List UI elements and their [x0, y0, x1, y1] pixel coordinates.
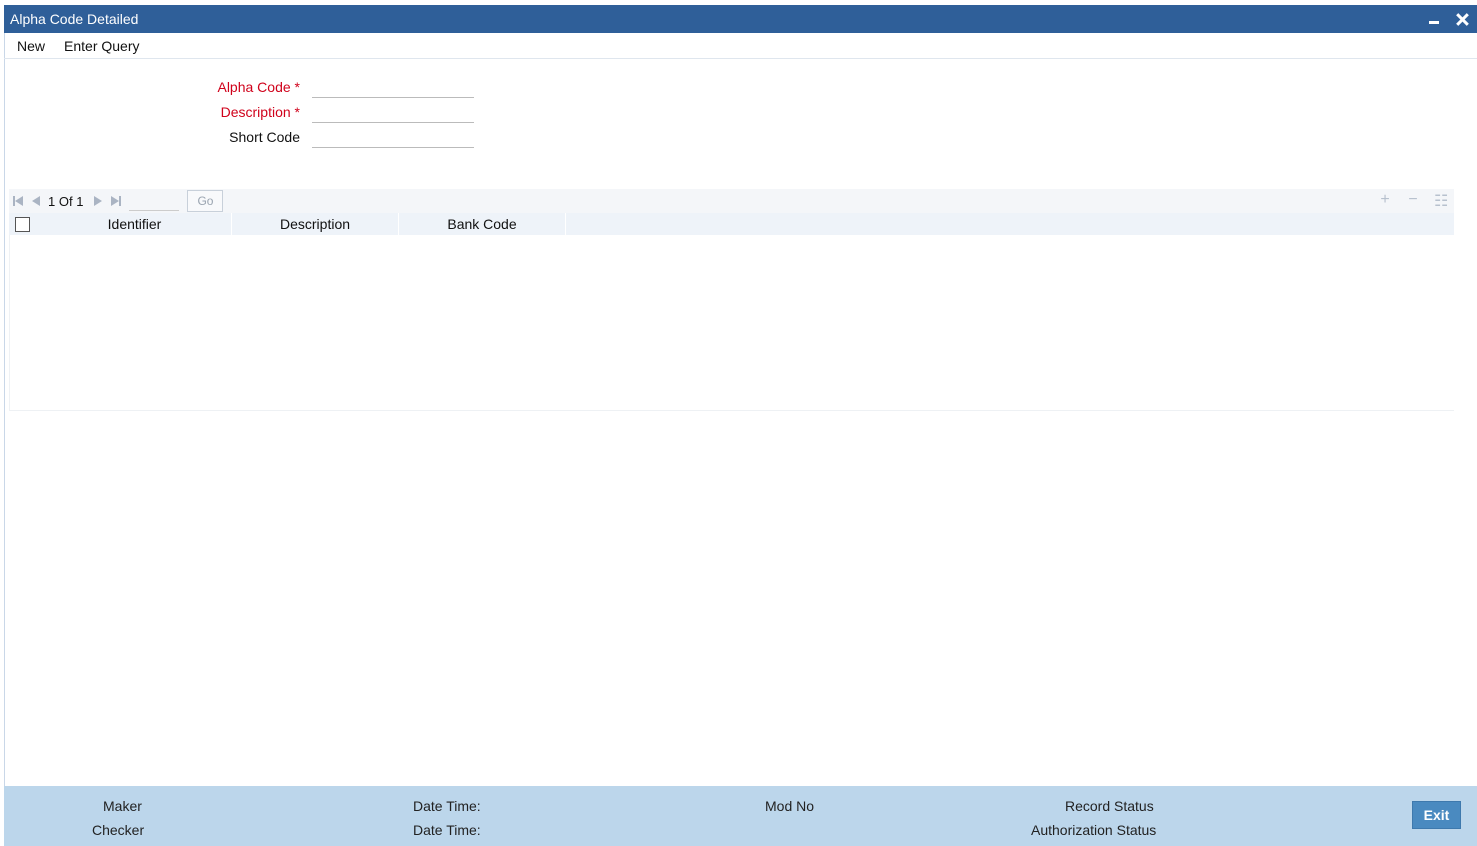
- go-button[interactable]: Go: [187, 190, 224, 212]
- record-status-label: Record Status: [1065, 798, 1154, 814]
- authorization-status-label: Authorization Status: [1031, 822, 1157, 838]
- column-header-description[interactable]: Description: [232, 213, 399, 235]
- close-icon[interactable]: [1455, 12, 1469, 26]
- maker-date-time-label: Date Time:: [413, 798, 481, 814]
- mod-no-label: Mod No: [765, 798, 815, 814]
- grid-toolbar: 1 Of 1 Go + − ☷: [9, 189, 1454, 213]
- previous-page-icon[interactable]: [30, 195, 42, 207]
- minimize-icon[interactable]: [1427, 12, 1441, 26]
- short-code-row: Short Code: [0, 126, 1477, 148]
- column-header-bank-code[interactable]: Bank Code: [399, 213, 566, 235]
- page-current: 1: [48, 193, 56, 209]
- grid-header: Identifier Description Bank Code: [9, 213, 1454, 235]
- page-number-input[interactable]: [129, 191, 180, 211]
- menu-bar: New Enter Query: [4, 33, 1477, 59]
- checker-label: Checker: [92, 822, 145, 838]
- single-view-icon[interactable]: ☷: [1434, 191, 1448, 211]
- first-page-icon[interactable]: [12, 195, 24, 207]
- audit-footer: Maker Checker Date Time: Date Time: Mod …: [4, 786, 1477, 846]
- window-title: Alpha Code Detailed: [10, 11, 139, 27]
- enter-query-menu-item[interactable]: Enter Query: [64, 38, 139, 54]
- description-row: Description *: [0, 101, 1477, 123]
- exit-button[interactable]: Exit: [1412, 801, 1461, 829]
- new-menu-item[interactable]: New: [17, 38, 45, 54]
- short-code-input[interactable]: [312, 126, 474, 148]
- add-row-icon[interactable]: +: [1378, 191, 1392, 211]
- select-all-checkbox[interactable]: [15, 216, 30, 232]
- page-of-label: Of: [58, 193, 73, 209]
- title-bar: Alpha Code Detailed: [4, 5, 1477, 33]
- description-label: Description *: [220, 104, 300, 120]
- maker-label: Maker: [103, 798, 142, 814]
- next-page-icon[interactable]: [92, 195, 104, 207]
- alpha-code-label: Alpha Code *: [217, 79, 300, 95]
- alpha-code-row: Alpha Code *: [0, 76, 1477, 98]
- description-input[interactable]: [312, 101, 474, 123]
- checker-date-time-label: Date Time:: [413, 822, 481, 838]
- delete-row-icon[interactable]: −: [1406, 191, 1420, 211]
- last-page-icon[interactable]: [110, 195, 122, 207]
- alpha-code-input[interactable]: [312, 76, 474, 98]
- page-indicator: 1 Of 1: [48, 194, 83, 209]
- short-code-label: Short Code: [229, 129, 300, 145]
- page-total: 1: [76, 193, 84, 209]
- grid-body: [9, 235, 1454, 411]
- column-header-identifier[interactable]: Identifier: [38, 213, 232, 235]
